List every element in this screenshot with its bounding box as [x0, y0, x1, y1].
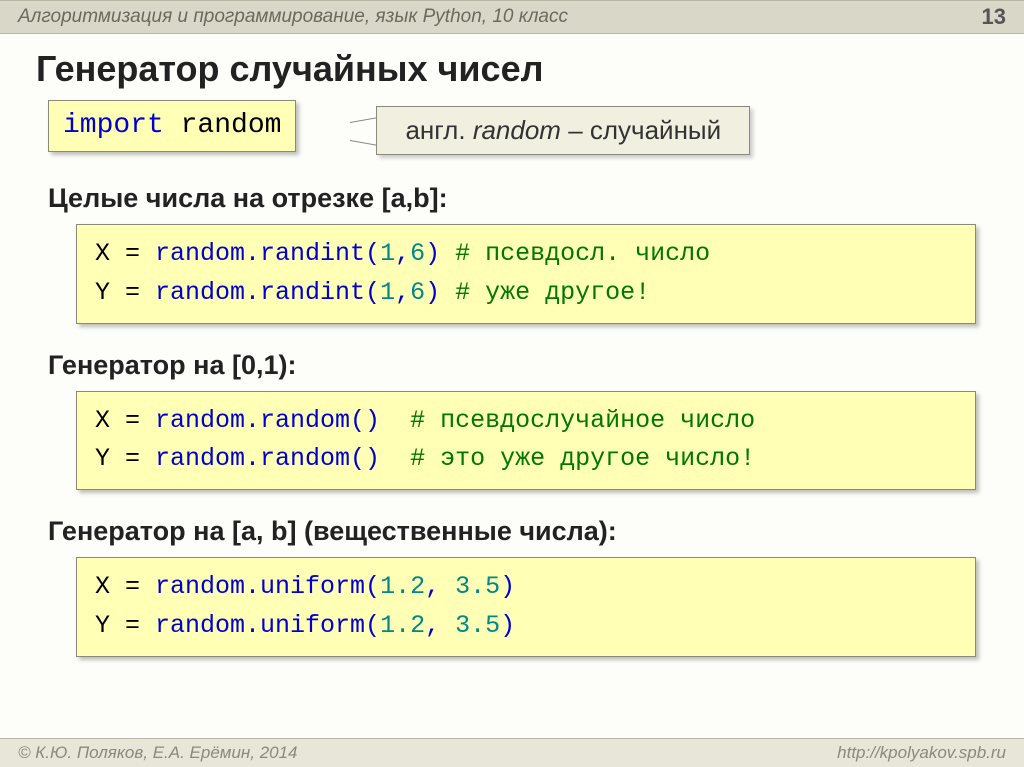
- c: 1: [380, 278, 395, 307]
- c: ,: [395, 239, 410, 268]
- footer-url: http://kpolyakov.spb.ru: [837, 743, 1006, 763]
- section1-code: X = random.randint(1,6) # псевдосл. числ…: [76, 224, 976, 324]
- c: 3.5: [455, 611, 500, 640]
- c: 6: [410, 278, 425, 307]
- c: ): [425, 278, 440, 307]
- content-area: import random англ. random – случайный Ц…: [0, 100, 1024, 657]
- section2-code: X = random.random() # псевдослучайное чи…: [76, 391, 976, 491]
- c: Y =: [95, 444, 155, 473]
- import-code-box: import random: [48, 100, 296, 152]
- callout-word: random: [473, 115, 561, 145]
- import-row: import random англ. random – случайный: [48, 100, 976, 155]
- c: ,: [425, 572, 455, 601]
- section2-heading: Генератор на [0,1):: [48, 350, 976, 381]
- c: # псевдослучайное число: [380, 406, 755, 435]
- c: random.uniform(: [155, 572, 380, 601]
- footer-bar: © К.Ю. Поляков, Е.А. Ерёмин, 2014 http:/…: [0, 738, 1024, 767]
- c: ): [425, 239, 440, 268]
- c: 3.5: [455, 572, 500, 601]
- section1-heading: Целые числа на отрезке [a,b]:: [48, 183, 976, 214]
- c: random.random(): [155, 406, 380, 435]
- c: # уже другое!: [440, 278, 650, 307]
- c: X =: [95, 572, 155, 601]
- c: ): [500, 611, 515, 640]
- c: random.uniform(: [155, 611, 380, 640]
- c: 1: [380, 239, 395, 268]
- c: 1.2: [380, 611, 425, 640]
- c: random.randint(: [155, 239, 380, 268]
- c: Y =: [95, 278, 155, 307]
- c: random.randint(: [155, 278, 380, 307]
- callout-prefix: англ.: [405, 115, 472, 145]
- callout-suffix: – случайный: [561, 115, 721, 145]
- slide-title: Генератор случайных чисел: [0, 34, 1024, 100]
- c: # псевдосл. число: [440, 239, 710, 268]
- keyword-import: import: [63, 110, 164, 141]
- c: ,: [395, 278, 410, 307]
- callout-box: англ. random – случайный: [376, 106, 750, 155]
- header-bar: Алгоритмизация и программирование, язык …: [0, 0, 1024, 34]
- section3-code: X = random.uniform(1.2, 3.5) Y = random.…: [76, 557, 976, 657]
- c: 6: [410, 239, 425, 268]
- section3-heading: Генератор на [a, b] (вещественные числа)…: [48, 516, 976, 547]
- c: Y =: [95, 611, 155, 640]
- c: X =: [95, 239, 155, 268]
- c: 1.2: [380, 572, 425, 601]
- course-title: Алгоритмизация и программирование, язык …: [18, 6, 568, 28]
- footer-copyright: © К.Ю. Поляков, Е.А. Ерёмин, 2014: [18, 743, 298, 763]
- page-number: 13: [982, 4, 1006, 30]
- c: ,: [425, 611, 455, 640]
- c: X =: [95, 406, 155, 435]
- c: ): [500, 572, 515, 601]
- c: # это уже другое число!: [380, 444, 755, 473]
- module-random: random: [164, 110, 282, 141]
- c: random.random(): [155, 444, 380, 473]
